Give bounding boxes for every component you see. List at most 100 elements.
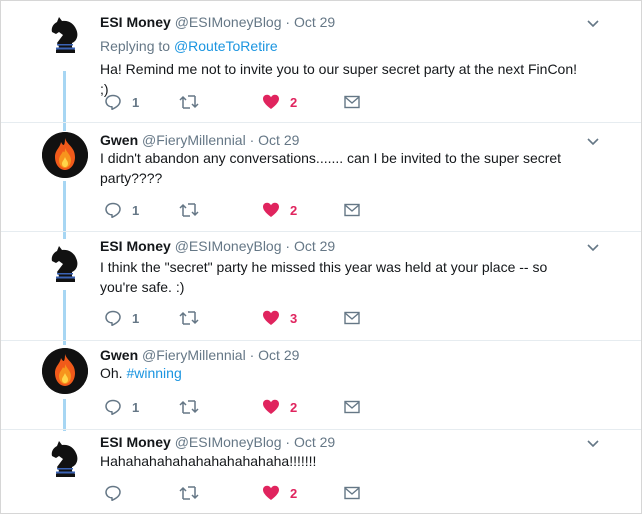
chevron-down-icon[interactable] <box>586 17 600 31</box>
author-name[interactable]: ESI Money <box>100 14 171 30</box>
replying-to: Replying to @RouteToRetire <box>100 37 278 55</box>
chevron-down-icon[interactable] <box>586 241 600 255</box>
reply-button[interactable]: 1 <box>104 200 139 220</box>
like-count: 2 <box>290 202 298 218</box>
like-count: 2 <box>290 399 298 415</box>
heart-icon <box>263 202 279 217</box>
knight-avatar-icon[interactable] <box>42 13 88 59</box>
tweet-text-line: I didn't abandon any conversations......… <box>100 150 562 166</box>
like-button[interactable]: 2 <box>262 200 297 220</box>
author-name[interactable]: ESI Money <box>100 434 171 450</box>
author-name[interactable]: ESI Money <box>100 238 171 254</box>
tweet-text: I think the "secret" party he missed thi… <box>100 257 580 297</box>
author-handle[interactable]: @ESIMoneyBlog <box>175 14 282 30</box>
retweet-button[interactable] <box>178 308 200 328</box>
tweet-thread: ESI Money @ESIMoneyBlog · Oct 29 Replyin… <box>0 0 642 514</box>
tweet-date[interactable]: Oct 29 <box>294 238 335 254</box>
tweet[interactable]: Gwen @FieryMillennial · Oct 29 I didn't … <box>1 123 641 232</box>
reply-count: 1 <box>132 94 140 110</box>
tweet-date[interactable]: Oct 29 <box>258 132 299 148</box>
heart-icon <box>263 310 279 325</box>
tweet-text-prefix: Oh. <box>100 365 127 381</box>
tweet-actions: 1 2 <box>100 200 400 220</box>
retweet-icon <box>179 203 199 217</box>
tweet-text: Oh. #winning <box>100 363 580 383</box>
reply-button[interactable] <box>104 483 132 503</box>
chevron-down-icon[interactable] <box>586 135 600 149</box>
author-handle[interactable]: @FieryMillennial <box>142 132 246 148</box>
heart-icon <box>263 485 279 500</box>
like-button[interactable]: 2 <box>262 92 297 112</box>
tweet[interactable]: ESI Money @ESIMoneyBlog · Oct 29 I think… <box>1 232 641 340</box>
fire-avatar-icon[interactable] <box>42 132 88 178</box>
like-count: 2 <box>290 94 298 110</box>
author-name[interactable]: Gwen <box>100 347 138 363</box>
tweet[interactable]: Gwen @FieryMillennial · Oct 29 Oh. #winn… <box>1 341 641 430</box>
tweet-text-line: party???? <box>100 170 163 186</box>
tweet-date[interactable]: Oct 29 <box>294 14 335 30</box>
like-button[interactable]: 2 <box>262 483 297 503</box>
chevron-down-icon[interactable] <box>586 437 600 451</box>
tweet-text: Hahahahahahahahahahahaha!!!!!!! <box>100 451 580 471</box>
hashtag-link[interactable]: #winning <box>126 365 181 381</box>
tweet-header: Gwen @FieryMillennial · Oct 29 <box>100 131 299 149</box>
envelope-icon <box>344 95 360 109</box>
envelope-icon <box>344 400 360 414</box>
retweet-button[interactable] <box>178 483 200 503</box>
author-handle[interactable]: @FieryMillennial <box>142 347 246 363</box>
knight-avatar-icon[interactable] <box>42 242 88 288</box>
tweet-text-line: you're safe. :) <box>100 279 185 295</box>
tweet[interactable]: ESI Money @ESIMoneyBlog · Oct 29 Replyin… <box>1 1 641 123</box>
fire-avatar-icon[interactable] <box>42 348 88 394</box>
separator: · <box>285 434 291 450</box>
tweet-header: Gwen @FieryMillennial · Oct 29 <box>100 346 299 364</box>
reply-button[interactable]: 1 <box>104 308 139 328</box>
tweet-actions: 1 3 <box>100 308 400 328</box>
envelope-icon <box>344 311 360 325</box>
direct-message-button[interactable] <box>344 92 360 112</box>
tweet-date[interactable]: Oct 29 <box>294 434 335 450</box>
reply-icon <box>105 202 121 219</box>
direct-message-button[interactable] <box>344 200 360 220</box>
envelope-icon <box>344 486 360 500</box>
retweet-button[interactable] <box>178 200 200 220</box>
heart-icon <box>263 94 279 109</box>
tweet-actions: 2 <box>100 483 400 503</box>
direct-message-button[interactable] <box>344 308 360 328</box>
envelope-icon <box>344 203 360 217</box>
like-count: 2 <box>290 485 298 501</box>
direct-message-button[interactable] <box>344 483 360 503</box>
knight-avatar-icon[interactable] <box>42 437 88 483</box>
like-count: 3 <box>290 310 298 326</box>
heart-icon <box>263 399 279 414</box>
tweet-header: ESI Money @ESIMoneyBlog · Oct 29 <box>100 237 335 255</box>
tweet-actions: 1 2 <box>100 397 400 417</box>
retweet-icon <box>179 311 199 325</box>
tweet[interactable]: ESI Money @ESIMoneyBlog · Oct 29 Hahahah… <box>1 430 641 513</box>
author-name[interactable]: Gwen <box>100 132 138 148</box>
reply-icon <box>105 399 121 416</box>
reply-count: 1 <box>132 399 140 415</box>
reply-icon <box>105 310 121 327</box>
separator: · <box>285 238 291 254</box>
tweet-date[interactable]: Oct 29 <box>258 347 299 363</box>
author-handle[interactable]: @ESIMoneyBlog <box>175 238 282 254</box>
tweet-text-line: Hahahahahahahahahahahaha!!!!!!! <box>100 453 317 469</box>
retweet-button[interactable] <box>178 397 200 417</box>
reply-button[interactable]: 1 <box>104 92 139 112</box>
author-handle[interactable]: @ESIMoneyBlog <box>175 434 282 450</box>
reply-button[interactable]: 1 <box>104 397 139 417</box>
tweet-header: ESI Money @ESIMoneyBlog · Oct 29 <box>100 433 335 451</box>
separator: · <box>249 132 255 148</box>
like-button[interactable]: 3 <box>262 308 297 328</box>
replying-to-handle-link[interactable]: @RouteToRetire <box>174 38 278 54</box>
like-button[interactable]: 2 <box>262 397 297 417</box>
reply-icon <box>105 94 121 111</box>
retweet-icon <box>179 400 199 414</box>
reply-count: 1 <box>132 202 140 218</box>
reply-count: 1 <box>132 310 140 326</box>
retweet-button[interactable] <box>178 92 200 112</box>
retweet-icon <box>179 95 199 109</box>
direct-message-button[interactable] <box>344 397 360 417</box>
retweet-icon <box>179 486 199 500</box>
